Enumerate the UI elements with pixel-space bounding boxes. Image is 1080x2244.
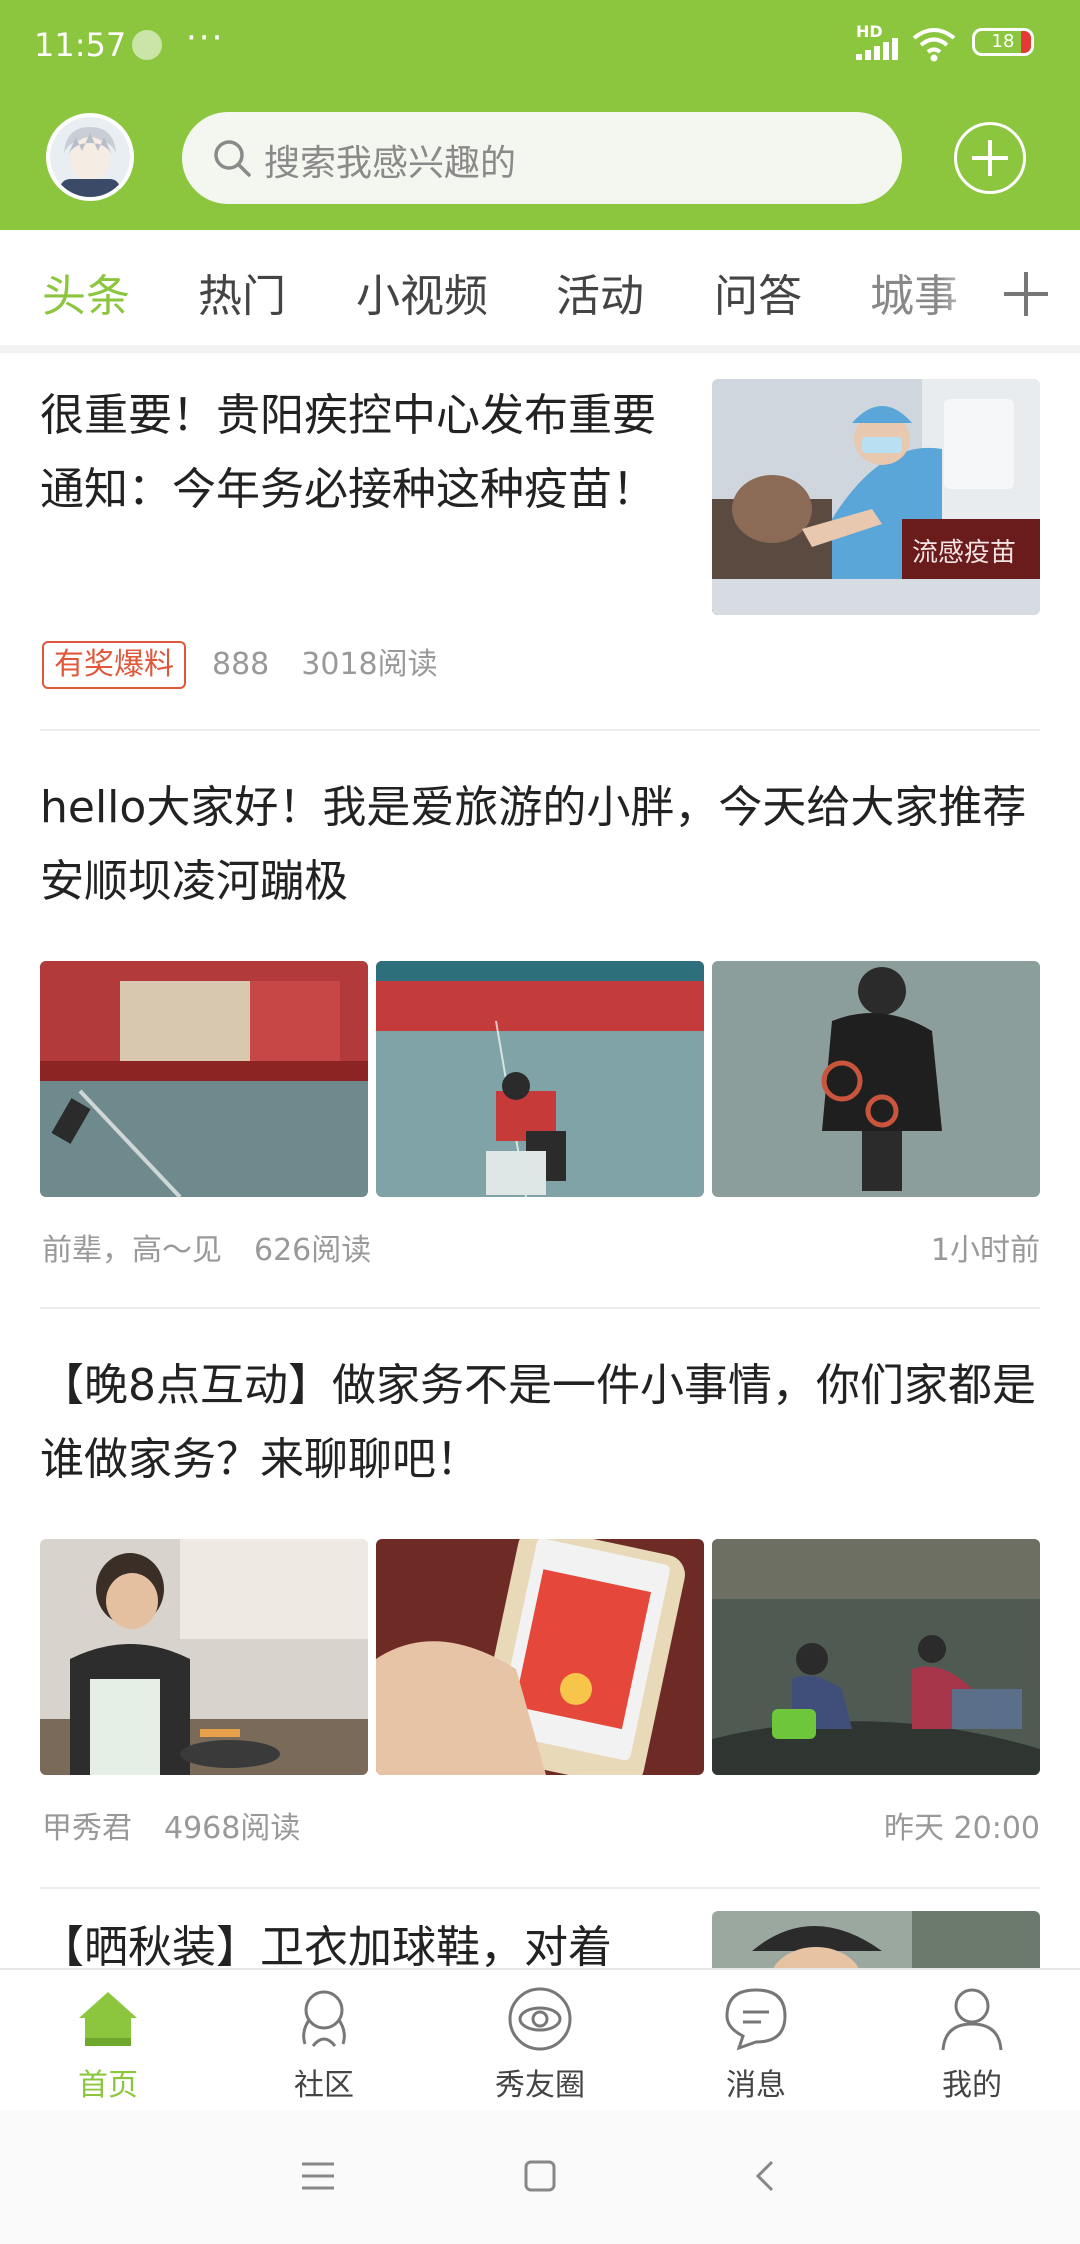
article-title: 【晒秋装】卫衣加球鞋，对着 xyxy=(40,1922,612,1968)
category-tabs: 头条 热门 小视频 活动 问答 城事 xyxy=(0,230,1080,353)
status-bar: 11:57 ··· HD 18 xyxy=(0,0,1080,95)
article-reads: 626阅读 xyxy=(254,1233,372,1268)
add-post-button[interactable] xyxy=(954,122,1026,194)
article-author: 甲秀君 xyxy=(42,1811,132,1846)
article-image-1 xyxy=(40,1539,368,1775)
feed-item[interactable]: 【晚8点互动】做家务不是一件小事情，你们家都是谁做家务？来聊聊吧！ 甲秀君 49… xyxy=(0,1309,1080,1887)
nav-home[interactable]: 首页 xyxy=(0,1970,216,2112)
article-count: 888 xyxy=(212,647,270,682)
article-meta: 有奖爆料 888 3018阅读 xyxy=(42,639,438,689)
article-title: 很重要！贵阳疾控中心发布重要通知：今年务必接种这种疫苗！ xyxy=(40,390,656,515)
system-navigation-bar xyxy=(0,2110,1080,2244)
message-icon xyxy=(725,1988,787,2051)
add-tab-icon[interactable] xyxy=(1000,268,1052,320)
top-bar: 11:57 ··· HD 18 搜索我感兴趣的 xyxy=(0,0,1080,230)
nav-label: 社区 xyxy=(294,2068,354,2103)
user-avatar[interactable] xyxy=(46,113,134,201)
article-meta: 甲秀君 4968阅读 xyxy=(42,1803,300,1847)
nav-label: 消息 xyxy=(726,2068,786,2103)
feed-item[interactable]: 很重要！贵阳疾控中心发布重要通知：今年务必接种这种疫苗！ 流感疫苗 有奖爆料 88… xyxy=(0,353,1080,730)
community-icon xyxy=(302,1990,346,2047)
article-image-1 xyxy=(40,961,368,1197)
back-icon[interactable] xyxy=(744,2154,788,2198)
tab-events[interactable]: 活动 xyxy=(556,260,644,324)
status-time: 11:57 xyxy=(34,26,127,64)
search-icon xyxy=(214,140,251,177)
more-notifications-icon: ··· xyxy=(186,18,225,58)
nav-messages[interactable]: 消息 xyxy=(648,1970,864,2112)
article-time: 1小时前 xyxy=(930,1233,1040,1268)
nav-community[interactable]: 社区 xyxy=(216,1970,432,2112)
bottom-navigation: 首页 社区 秀友圈 消息 我的 xyxy=(0,1968,1080,2112)
article-time: 昨天 20:00 xyxy=(884,1811,1040,1846)
menu-icon[interactable] xyxy=(296,2154,340,2198)
nav-profile[interactable]: 我的 xyxy=(864,1970,1080,2112)
signal-icon xyxy=(856,38,898,60)
article-reads: 4968阅读 xyxy=(164,1811,301,1846)
article-meta: 前辈，高～见 626阅读 xyxy=(42,1225,371,1269)
article-title: hello大家好！我是爱旅游的小胖，今天给大家推荐安顺坝凌河蹦极 xyxy=(40,782,1027,907)
tab-hot[interactable]: 热门 xyxy=(198,260,286,324)
article-thumbnail xyxy=(712,1911,1040,1968)
nav-circle[interactable]: 秀友圈 xyxy=(432,1970,648,2112)
nav-label: 我的 xyxy=(942,2068,1002,2103)
wifi-icon xyxy=(912,28,956,62)
circle-icon xyxy=(508,1987,572,2051)
nav-label: 首页 xyxy=(78,2068,138,2103)
article-reads: 3018阅读 xyxy=(301,647,438,682)
article-title: 【晚8点互动】做家务不是一件小事情，你们家都是谁做家务？来聊聊吧！ xyxy=(40,1360,1036,1485)
reward-badge[interactable]: 有奖爆料 xyxy=(42,641,186,689)
home-square-icon[interactable] xyxy=(518,2154,562,2198)
article-image-2 xyxy=(376,961,704,1197)
article-author: 前辈，高～见 xyxy=(42,1233,222,1268)
app-notification-icon xyxy=(132,30,162,60)
battery-icon: 18 xyxy=(972,28,1034,56)
feed-item[interactable]: hello大家好！我是爱旅游的小胖，今天给大家推荐安顺坝凌河蹦极 前辈，高～见 … xyxy=(0,731,1080,1307)
nav-label: 秀友圈 xyxy=(495,2068,585,2103)
home-icon xyxy=(79,1992,137,2046)
tab-headlines[interactable]: 头条 xyxy=(42,260,130,324)
feed-item[interactable]: 【晒秋装】卫衣加球鞋，对着 xyxy=(0,1889,1080,1968)
search-placeholder: 搜索我感兴趣的 xyxy=(264,143,517,184)
article-image-3 xyxy=(712,1539,1040,1775)
battery-level: 18 xyxy=(991,31,1015,52)
article-thumbnail: 流感疫苗 xyxy=(712,379,1040,615)
thumbnail-sign-text: 流感疫苗 xyxy=(912,538,1016,568)
profile-icon xyxy=(941,1988,1003,2051)
article-image-2 xyxy=(376,1539,704,1775)
tab-qa[interactable]: 问答 xyxy=(714,260,802,324)
search-box[interactable]: 搜索我感兴趣的 xyxy=(182,112,902,204)
tab-short-video[interactable]: 小视频 xyxy=(356,260,488,324)
article-image-3 xyxy=(712,961,1040,1197)
